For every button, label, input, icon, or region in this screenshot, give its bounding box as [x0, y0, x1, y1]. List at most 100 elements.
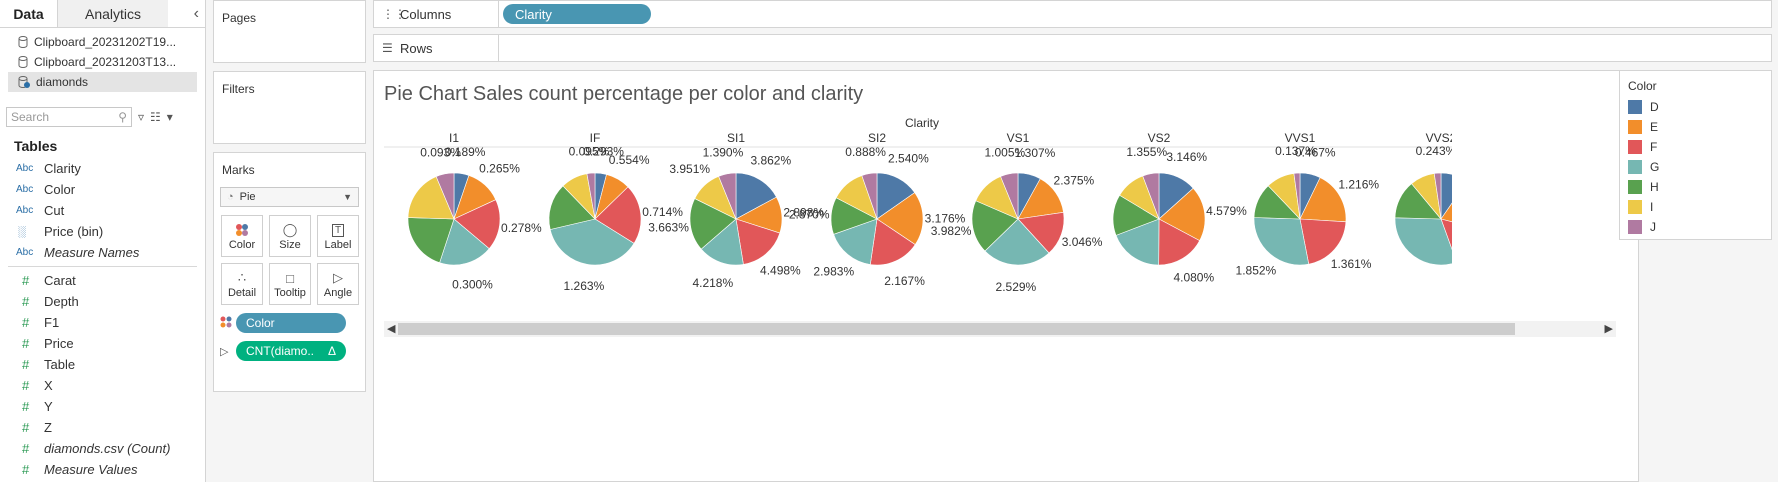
measure-icon: # [22, 441, 30, 456]
legend-label: H [1650, 180, 1659, 194]
mark-button-label: Label [324, 239, 352, 251]
chevron-down-icon: ▼ [343, 192, 352, 202]
legend-item-g[interactable]: G [1620, 157, 1771, 177]
legend-swatch [1628, 180, 1642, 194]
legend-item-e[interactable]: E [1620, 117, 1771, 137]
horizontal-scrollbar[interactable]: ◀ ▶ [384, 321, 1616, 337]
marks-color-row: Color [220, 313, 365, 333]
field-label: Carat [44, 273, 76, 288]
pie-data-label: 1.390% [703, 145, 744, 159]
pie-slice-vvs2-d[interactable] [1440, 172, 1467, 220]
filters-card[interactable]: Filters [213, 71, 366, 144]
pages-card[interactable]: Pages [213, 0, 366, 63]
color-field-pill[interactable]: Color [236, 313, 346, 333]
worksheet-view: Pie Chart Sales count percentage per col… [373, 70, 1639, 482]
legend-label: I [1650, 200, 1654, 214]
detail-icon: ∴ [237, 270, 247, 285]
tab-analytics[interactable]: Analytics [58, 0, 168, 27]
legend-item-i[interactable]: I [1620, 197, 1771, 217]
clarity-column-pill[interactable]: Clarity [503, 4, 651, 24]
data-pane: Data Analytics ‹ Clipboard_20231202T19..… [0, 0, 206, 482]
rows-shelf[interactable]: ☰ Rows [373, 34, 1772, 62]
field-measure-values[interactable]: # Measure Values [0, 459, 205, 480]
legend-label: D [1650, 100, 1659, 114]
tooltip-icon: □ [286, 270, 294, 286]
field-price-bin[interactable]: ░ Price (bin) [0, 221, 205, 242]
legend-label: G [1650, 160, 1660, 174]
color-legend: Color D E F G H I J [1619, 70, 1772, 240]
view-list-icon[interactable]: ☷ [150, 110, 161, 124]
mark-button-label: Size [279, 239, 301, 251]
label-mark-button[interactable]: T Label [317, 215, 359, 257]
rows-shelf-label: ☰ Rows [374, 35, 499, 61]
legend-item-j[interactable]: J [1620, 217, 1771, 237]
columns-shelf-label: ⋮⋮ Columns [374, 1, 499, 27]
color-dots-icon [235, 221, 249, 239]
field-y[interactable]: # Y [0, 396, 205, 417]
pie-data-label: 0.243% [1416, 144, 1457, 158]
angle-field-pill[interactable]: CNT(diamo.. Δ [236, 341, 346, 361]
clarity-label-vvs1: VVS1 [1285, 131, 1316, 145]
scroll-left-icon[interactable]: ◀ [387, 322, 395, 335]
legend-title: Color [1628, 79, 1657, 93]
columns-shelf[interactable]: ⋮⋮ Columns Clarity [373, 0, 1772, 28]
collapse-pane-icon[interactable]: ‹ [194, 5, 199, 23]
datasource-item-selected[interactable]: diamonds [8, 72, 197, 92]
tooltip-mark-button[interactable]: □ Tooltip [269, 263, 311, 305]
legend-swatch [1628, 200, 1642, 214]
clarity-label-si2: SI2 [868, 131, 886, 145]
field-carat[interactable]: # Carat [0, 270, 205, 291]
field-x[interactable]: # X [0, 375, 205, 396]
color-mark-button[interactable]: Color [221, 215, 263, 257]
tab-data[interactable]: Data [0, 0, 58, 27]
datasource-item[interactable]: Clipboard_20231202T19... [8, 32, 197, 52]
mark-type-dropdown[interactable]: ◔ Pie ▼ [220, 187, 359, 207]
field-depth[interactable]: # Depth [0, 291, 205, 312]
pie-data-label: 1.355% [1126, 145, 1167, 159]
measure-icon: # [22, 357, 30, 372]
chevron-down-icon[interactable]: ▾ [167, 110, 173, 124]
field-color[interactable]: Abc Color [0, 179, 205, 200]
size-icon: ◯ [282, 222, 298, 237]
pie-data-label: 0.265% [479, 161, 520, 175]
field-measure-names[interactable]: Abc Measure Names [0, 242, 205, 263]
pie-data-label: 2.167% [884, 274, 925, 288]
field-cut[interactable]: Abc Cut [0, 200, 205, 221]
legend-item-f[interactable]: F [1620, 137, 1771, 157]
legend-label: F [1650, 140, 1658, 154]
datasource-label: Clipboard_20231203T13... [34, 55, 177, 69]
clarity-label-vvs2: VVS2 [1426, 131, 1457, 145]
detail-mark-button[interactable]: ∴ Detail [221, 263, 263, 305]
mark-buttons: Color ◯ Size T Label ∴ Detail □ Tooltip … [221, 215, 365, 305]
filter-icon[interactable]: ▿ [138, 110, 144, 124]
legend-item-d[interactable]: D [1620, 97, 1771, 117]
field-clarity[interactable]: Abc Clarity [0, 158, 205, 179]
dimension-icon: Abc [16, 205, 34, 216]
pie-mark-icon: ◔ [227, 191, 234, 203]
scroll-right-icon[interactable]: ▶ [1605, 322, 1613, 335]
rows-icon: ☰ [382, 41, 393, 55]
angle-mark-button[interactable]: ▷ Angle [317, 263, 359, 305]
pie-data-label: 1.361% [1331, 257, 1372, 271]
clarity-label-if: IF [590, 131, 601, 145]
field-label: Color [44, 182, 76, 197]
search-input[interactable]: Search ⚲ [6, 107, 132, 127]
field-table[interactable]: # Table [0, 354, 205, 375]
clarity-label-i1: I1 [449, 131, 459, 145]
pie-data-label: 3.951% [669, 162, 710, 176]
pie-data-label: 2.529% [996, 280, 1037, 294]
field-f1[interactable]: # F1 [0, 312, 205, 333]
scrollbar-thumb[interactable] [398, 323, 1515, 335]
field-price[interactable]: # Price [0, 333, 205, 354]
pie-slice-vvs1-g[interactable] [1253, 217, 1310, 266]
filters-title: Filters [222, 82, 255, 96]
datasource-item[interactable]: Clipboard_20231203T13... [8, 52, 197, 72]
legend-item-h[interactable]: H [1620, 177, 1771, 197]
pages-title: Pages [222, 11, 257, 25]
field-z[interactable]: # Z [0, 417, 205, 438]
datasource-label: Clipboard_20231202T19... [34, 35, 177, 49]
size-mark-button[interactable]: ◯ Size [269, 215, 311, 257]
field-diamonds-count[interactable]: # diamonds.csv (Count) [0, 438, 205, 459]
mark-button-label: Color [228, 239, 256, 251]
legend-swatch [1628, 220, 1642, 234]
